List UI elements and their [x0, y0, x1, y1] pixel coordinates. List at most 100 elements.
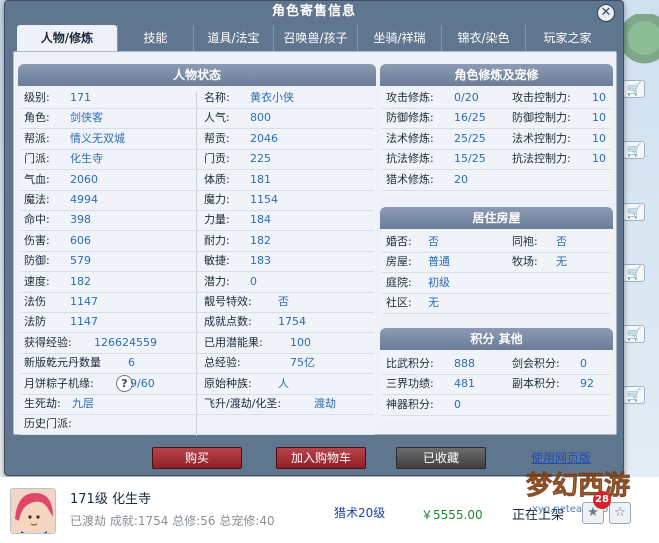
- status-label: 总经验:: [204, 356, 241, 370]
- status-label: 生死劫:: [24, 397, 61, 410]
- status-label: 法伤: [24, 295, 46, 308]
- listing-price: ￥5555.00: [421, 508, 483, 522]
- tab-mounts[interactable]: 坐骑/祥瑞: [357, 25, 441, 51]
- tab-summons-children[interactable]: 召唤兽/孩子: [273, 25, 357, 51]
- cultivation-label: 防御修炼:: [386, 111, 434, 125]
- status-label: 法防: [24, 315, 46, 329]
- status-label: 潜力:: [204, 274, 230, 288]
- status-label: 角色:: [24, 111, 50, 125]
- row-separator: [20, 434, 374, 436]
- row-separator: [382, 189, 611, 191]
- status-value: 100: [290, 335, 311, 349]
- status-value: 2046: [250, 131, 278, 145]
- points-value: 0: [580, 357, 587, 370]
- status-label: 伤害:: [24, 233, 50, 247]
- cultivation-value: 10: [592, 111, 606, 125]
- tab-character-cultivation[interactable]: 人物/修炼: [17, 25, 117, 51]
- status-label: 防御:: [24, 254, 50, 268]
- row-separator: [382, 272, 611, 274]
- cultivation-value: 15/25: [454, 152, 486, 166]
- cultivation-value: 0/20: [454, 91, 479, 104]
- status-value: 182: [70, 274, 91, 288]
- cultivation-label: 防御控制力:: [512, 111, 571, 125]
- status-label: 飞升/渡劫/化圣:: [204, 397, 282, 410]
- status-label: 靓号特效:: [204, 295, 252, 308]
- housing-label: 同袍:: [512, 235, 538, 248]
- housing-value: 普通: [428, 255, 450, 269]
- svg-text:梦幻西游: 梦幻西游: [526, 471, 630, 501]
- points-value: 888: [454, 357, 475, 370]
- cultivation-label: 法术控制力:: [512, 131, 571, 145]
- housing-value: 否: [428, 235, 439, 248]
- status-value: 黄衣小侠: [250, 91, 294, 104]
- status-label: 新版乾元丹数量: [24, 356, 101, 370]
- section-header-cultivation: 角色修炼及宠修: [380, 64, 613, 86]
- background-cart-icon[interactable]: 🛒: [623, 80, 645, 98]
- status-label: 人气:: [204, 111, 230, 125]
- tab-content: 人物状态 级别: 171 名称: 黄衣小侠 角色: 剑侠客 人气: 800 帮派: 情义无双城 帮贡…: [13, 51, 617, 436]
- status-value: 1754: [278, 315, 306, 329]
- row-separator: [382, 313, 611, 315]
- status-value: 182: [250, 233, 271, 247]
- status-value: 人: [278, 376, 289, 390]
- status-value: 1147: [70, 315, 98, 329]
- cultivation-label: 猎术修炼:: [386, 172, 434, 186]
- cultivation-value: 25/25: [454, 131, 486, 145]
- character-avatar[interactable]: [10, 488, 56, 534]
- background-cart-icon[interactable]: 🛒: [623, 141, 645, 159]
- status-value: 0: [250, 274, 257, 288]
- status-value: 化生寺: [70, 152, 103, 166]
- points-label: 比武积分:: [386, 357, 434, 370]
- points-label: 副本积分:: [512, 377, 560, 391]
- row-separator: [20, 414, 374, 415]
- status-label: 级别:: [24, 91, 50, 104]
- status-value: 75亿: [290, 356, 315, 370]
- status-value: 4994: [70, 193, 98, 206]
- favorite-star-icon[interactable]: ☆: [609, 502, 631, 524]
- status-label: 气血:: [24, 172, 50, 186]
- status-label: 历史门派:: [24, 417, 72, 431]
- background-cart-icon[interactable]: 🛒: [623, 386, 645, 404]
- status-value: 126624559: [94, 335, 157, 349]
- points-value: 92: [580, 377, 594, 391]
- housing-label: 牧场:: [512, 255, 538, 269]
- listing-level-school: 171级 化生寺: [70, 492, 151, 507]
- status-value: 183: [250, 254, 271, 268]
- tab-player-home[interactable]: 玩家之家: [525, 25, 609, 51]
- tab-items-treasures[interactable]: 道具/法宝: [193, 25, 273, 51]
- section-header-points: 积分 其他: [380, 328, 613, 350]
- status-value: 1154: [250, 193, 278, 206]
- section-header-status: 人物状态: [18, 64, 376, 86]
- tab-outfits-dye[interactable]: 锦衣/染色: [441, 25, 525, 51]
- status-value: 9/60: [130, 376, 155, 390]
- buy-button[interactable]: 购买: [152, 447, 242, 469]
- add-to-cart-button[interactable]: 加入购物车: [276, 447, 366, 469]
- status-value: 情义无双城: [70, 131, 125, 145]
- consignment-dialog: 角色寄售信息 ✕ 人物/修炼 技能 道具/法宝 召唤兽/孩子 坐骑/祥瑞 锦衣/…: [4, 0, 624, 476]
- cultivation-value: 10: [592, 131, 606, 145]
- cultivation-label: 抗法修炼:: [386, 152, 434, 166]
- background-cart-icon[interactable]: 🛒: [623, 264, 645, 282]
- background-cart-icon[interactable]: 🛒: [623, 203, 645, 221]
- status-value: 渡劫: [314, 397, 336, 410]
- points-value: 0: [454, 397, 461, 411]
- housing-value: 否: [556, 235, 567, 248]
- status-value: 579: [70, 254, 91, 268]
- collected-button[interactable]: 已收藏: [396, 447, 486, 469]
- status-label: 力量:: [204, 213, 230, 227]
- cultivation-label: 抗法控制力:: [512, 152, 571, 166]
- close-icon[interactable]: ✕: [597, 4, 615, 22]
- status-label: 魔法:: [24, 193, 50, 206]
- tab-skills[interactable]: 技能: [117, 25, 193, 51]
- status-label: 敏捷:: [204, 254, 230, 268]
- housing-value: 初级: [428, 275, 450, 289]
- background-cart-icon[interactable]: 🛒: [623, 325, 645, 343]
- cultivation-label: 攻击控制力:: [512, 91, 571, 104]
- status-label: 速度:: [24, 274, 50, 288]
- cultivation-value: 16/25: [454, 111, 486, 125]
- listing-hunting-level: 猎术20级: [334, 506, 386, 520]
- status-label: 耐力:: [204, 233, 230, 247]
- points-label: 剑会积分:: [512, 357, 560, 370]
- status-label: 魔力:: [204, 193, 230, 206]
- housing-label: 社区:: [386, 296, 412, 310]
